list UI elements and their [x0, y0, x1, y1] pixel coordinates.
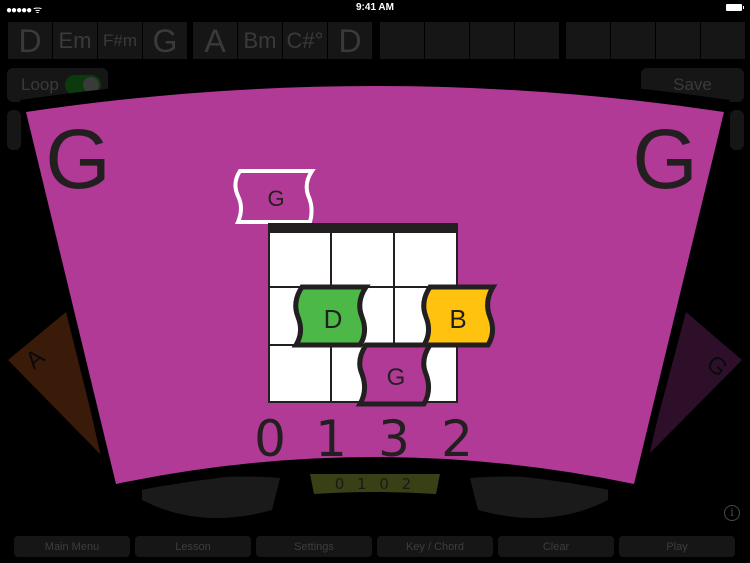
note-label-g: G — [387, 364, 406, 391]
corner-chord-left: G — [45, 112, 110, 206]
clear-button[interactable]: Clear — [498, 536, 614, 557]
sub-fingering: 0 1 0 2 — [335, 475, 415, 493]
open-note-label: G — [267, 186, 284, 211]
bottom-toolbar: Main Menu Lesson Settings Key / Chord Cl… — [14, 536, 740, 557]
fingering-2: 1 — [315, 410, 347, 468]
corner-chord-right: G — [632, 112, 697, 206]
nut — [268, 223, 458, 232]
key-chord-button[interactable]: Key / Chord — [377, 536, 493, 557]
info-icon[interactable]: i — [724, 505, 740, 521]
note-label-d: D — [324, 304, 343, 334]
note-label-b: B — [449, 304, 466, 334]
play-button[interactable]: Play — [619, 536, 735, 557]
fingering-4: 2 — [441, 410, 473, 468]
fingering-3: 3 — [378, 410, 410, 468]
settings-button[interactable]: Settings — [256, 536, 372, 557]
fingering-1: 0 — [254, 410, 286, 468]
chord-wheel: 0 1 0 2 A G G G G D B G 0 1 3 2 — [8, 74, 742, 518]
lesson-button[interactable]: Lesson — [135, 536, 251, 557]
main-menu-button[interactable]: Main Menu — [14, 536, 130, 557]
